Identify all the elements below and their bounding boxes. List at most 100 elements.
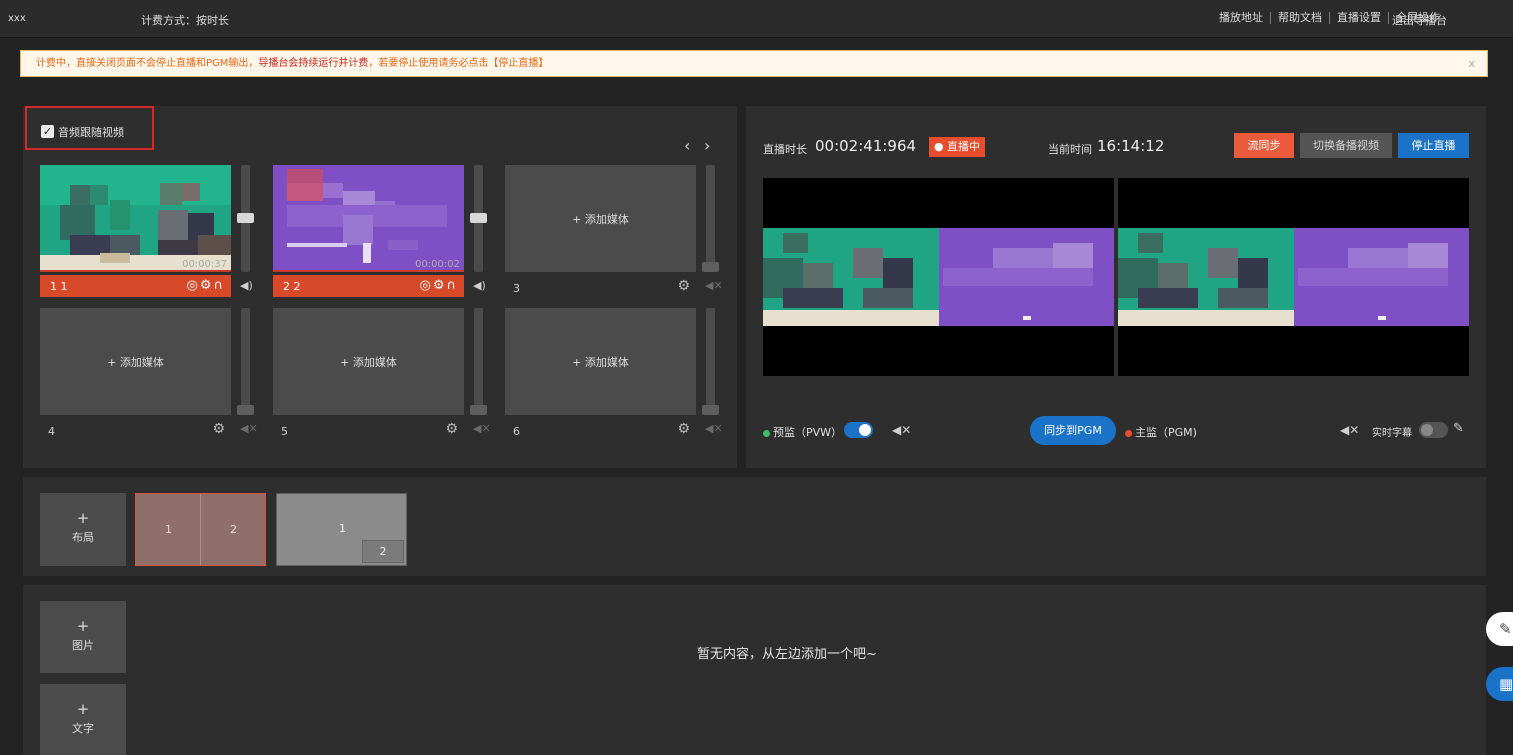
source-2-volume-handle[interactable]	[470, 213, 487, 223]
source-5-volume-handle[interactable]	[470, 405, 487, 415]
speaker-muted-icon[interactable]: ◀✕	[705, 279, 723, 292]
source-3-label: 3	[513, 282, 520, 295]
notice-text-suffix: ，若要停止使用请务必点击【停止直播】	[368, 58, 549, 69]
pvw-mute-icon[interactable]: ◀✕	[892, 423, 911, 437]
source-tile-1[interactable]: 00:00:37	[40, 165, 231, 272]
add-media-button[interactable]: + 添加媒体	[505, 211, 696, 227]
source-5-label: 5	[281, 425, 288, 438]
plus-icon: +	[76, 509, 90, 527]
layout-a-slot-1: 1	[165, 523, 172, 536]
subtitle-toggle[interactable]	[1419, 422, 1448, 438]
speaker-muted-icon[interactable]: ◀✕	[240, 422, 258, 435]
pencil-icon[interactable]: ✎	[1453, 421, 1464, 436]
layout-a-slot-2: 2	[230, 523, 237, 536]
nav-play-url[interactable]: 播放地址	[1212, 12, 1271, 24]
source-tile-4[interactable]: + 添加媒体	[40, 308, 231, 415]
audio-follow-label: 音频跟随视频	[58, 126, 124, 139]
add-media-button[interactable]: + 添加媒体	[273, 354, 464, 370]
gear-icon[interactable]: ⚙	[677, 278, 690, 294]
source-6-volume-slider[interactable]	[702, 308, 719, 415]
source-1-footer: 1 1 ◎⚙∩	[40, 275, 231, 297]
source-4-volume-handle[interactable]	[237, 405, 254, 415]
pvw-dot	[763, 429, 770, 437]
duration-label: 直播时长	[763, 143, 807, 156]
source-2-volume-slider[interactable]	[470, 165, 487, 272]
add-text-label: 文字	[72, 722, 94, 735]
speaker-muted-icon[interactable]: ◀✕	[473, 422, 491, 435]
source-1-volume-handle[interactable]	[237, 213, 254, 223]
speaker-icon[interactable]: ◀)	[240, 279, 253, 292]
live-status-badge: ● 直播中	[929, 137, 985, 157]
app-name: xxx	[8, 13, 26, 24]
source-tile-3[interactable]: + 添加媒体	[505, 165, 696, 272]
audio-follow-checkbox[interactable]: ✓	[41, 125, 54, 138]
pgm-dot	[1125, 429, 1132, 437]
source-3-volume-slider[interactable]	[702, 165, 719, 272]
source-4-volume-slider[interactable]	[237, 308, 254, 415]
plus-icon: +	[76, 617, 90, 635]
source-tile-6[interactable]: + 添加媒体	[505, 308, 696, 415]
grid-icon: ▦	[1499, 675, 1513, 693]
add-image-button[interactable]: + 图片	[40, 601, 126, 673]
prev-page-icon[interactable]: ‹	[684, 136, 690, 155]
add-image-label: 图片	[72, 639, 94, 652]
pgm-label: 主监（PGM)	[1125, 424, 1197, 440]
source-tile-5[interactable]: + 添加媒体	[273, 308, 464, 415]
add-text-button[interactable]: + 文字	[40, 684, 126, 755]
add-media-button[interactable]: + 添加媒体	[40, 354, 231, 370]
source-4-footer: 4 ⚙	[40, 418, 231, 440]
source-2-thumbnail: 00:00:02	[273, 165, 464, 272]
source-6-label: 6	[513, 425, 520, 438]
gear-icon[interactable]: ⚙	[200, 278, 214, 293]
source-2-footer: 2 2 ◎⚙∩	[273, 275, 464, 297]
layout-side-by-side[interactable]: 1 2	[135, 493, 266, 566]
pgm-mute-icon[interactable]: ◀✕	[1340, 423, 1359, 437]
headphone-icon[interactable]: ∩	[446, 278, 458, 293]
audio-follow-option[interactable]: ✓ 音频跟随视频	[25, 106, 154, 150]
add-media-button[interactable]: + 添加媒体	[505, 354, 696, 370]
pvw-toggle[interactable]	[844, 422, 873, 438]
floating-grid-button[interactable]: ▦	[1486, 667, 1513, 701]
live-icon[interactable]: ◎	[419, 278, 432, 293]
source-5-volume-slider[interactable]	[470, 308, 487, 415]
layout-panel: + 布局 1 2 1 2	[23, 477, 1486, 576]
add-layout-button[interactable]: + 布局	[40, 493, 126, 566]
source-6-volume-handle[interactable]	[702, 405, 719, 415]
headphone-icon[interactable]: ∩	[213, 278, 225, 293]
empty-state-text: 暂无内容，从左边添加一个吧~	[697, 647, 877, 662]
layout-b-slot-2: 2	[362, 540, 404, 563]
billing-notice: 计费中，直接关闭页面不会停止直播和PGM输出，导播台会持续运行并计费，若要停止使…	[20, 50, 1488, 77]
layout-picture-in-picture[interactable]: 1 2	[276, 493, 407, 566]
gear-icon[interactable]: ⚙	[445, 421, 458, 437]
exit-console-button[interactable]: 退出导播台	[1392, 12, 1447, 28]
current-time-value: 16:14:12	[1097, 137, 1165, 155]
next-page-icon[interactable]: ›	[704, 136, 710, 155]
gear-icon[interactable]: ⚙	[677, 421, 690, 437]
source-tile-2[interactable]: 00:00:02	[273, 165, 464, 272]
billing-mode: 计费方式：按时长	[141, 14, 229, 27]
nav-help-docs[interactable]: 帮助文档	[1271, 12, 1330, 24]
floating-edit-button[interactable]: ✎	[1486, 612, 1513, 646]
nav-live-settings[interactable]: 直播设置	[1330, 12, 1389, 24]
source-1-volume-slider[interactable]	[237, 165, 254, 272]
speaker-icon[interactable]: ◀)	[473, 279, 486, 292]
source-2-actions: ◎⚙∩	[419, 278, 458, 293]
duration-value: 00:02:41:964	[815, 137, 917, 155]
switch-backup-button[interactable]: 切换备播视频	[1300, 133, 1392, 158]
stop-live-button[interactable]: 停止直播	[1398, 133, 1469, 158]
source-2-time: 00:00:02	[415, 259, 460, 270]
sync-to-pgm-button[interactable]: 同步到PGM	[1030, 416, 1116, 445]
source-2-label: 2 2	[283, 280, 301, 293]
layout-b-slot-1: 1	[339, 522, 346, 535]
notice-text-warn: 导播台会持续运行并计费	[258, 58, 369, 69]
stream-sync-button[interactable]: 流同步	[1234, 133, 1294, 158]
live-icon[interactable]: ◎	[186, 278, 199, 293]
speaker-muted-icon[interactable]: ◀✕	[705, 422, 723, 435]
source-panel: ✓ 音频跟随视频 ‹ › 00:00:37 1 1 ◎⚙∩ ◀) 00:00:0…	[23, 106, 737, 468]
live-panel: 直播时长 00:02:41:964 ● 直播中 当前时间 16:14:12 流同…	[746, 106, 1486, 468]
source-5-footer: 5 ⚙	[273, 418, 464, 440]
gear-icon[interactable]: ⚙	[212, 421, 225, 437]
notice-close-button[interactable]: x	[1468, 51, 1475, 76]
gear-icon[interactable]: ⚙	[433, 278, 447, 293]
source-3-volume-handle[interactable]	[702, 262, 719, 272]
